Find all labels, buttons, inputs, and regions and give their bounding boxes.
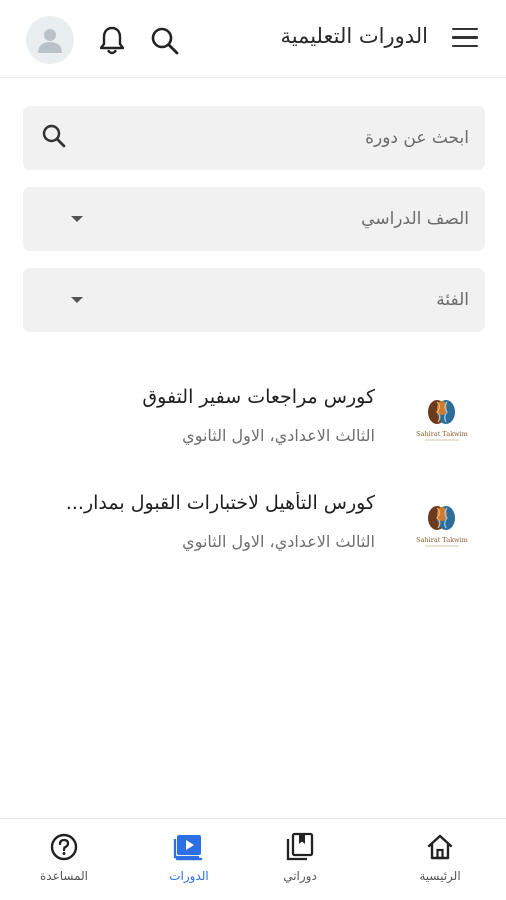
bell-icon [99, 26, 125, 55]
search-icon [42, 124, 66, 148]
course-title: كورس التأهيل لاختبارات القبول بمدار... [65, 492, 375, 514]
search-icon [151, 27, 179, 55]
course-search-input[interactable] [115, 106, 485, 170]
course-thumbnail: Sahirat Takwim [412, 496, 472, 556]
nav-label-home: الرئيسية [419, 869, 461, 883]
grade-dropdown[interactable]: الصف الدراسي [23, 187, 485, 251]
nav-label-courses: الدورات [169, 869, 209, 883]
page-title: الدورات التعليمية [280, 24, 428, 48]
top-app-bar: الدورات التعليمية [0, 0, 506, 78]
user-avatar-icon [38, 29, 62, 53]
category-dropdown-label: الفئة [436, 290, 469, 310]
svg-text:Sahirat Takwim: Sahirat Takwim [416, 430, 468, 438]
nav-item-home[interactable]: الرئيسية [395, 831, 485, 891]
category-dropdown[interactable]: الفئة [23, 268, 485, 332]
nav-item-courses[interactable]: الدورات [144, 831, 234, 891]
nav-item-help[interactable]: المساعدة [19, 831, 109, 891]
course-grades: الثالث الاعدادي، الاول الثانوي [182, 532, 375, 551]
library-icon [286, 832, 314, 861]
course-title: كورس مراجعات سفير التفوق [142, 386, 375, 408]
course-search-field[interactable] [23, 106, 485, 170]
course-list-item[interactable]: Sahirat Takwim كورس التأهيل لاختبارات ال… [0, 486, 506, 576]
dropdown-arrow-icon [71, 297, 83, 303]
nav-label-my-courses: دوراتي [283, 869, 317, 883]
home-icon [427, 834, 453, 860]
courses-screen: الدورات التعليمية ابحث عن دورة الصف الدر… [0, 0, 506, 900]
nav-item-my-courses[interactable]: دوراتي [255, 831, 345, 891]
svg-text:Sahirat Takwim: Sahirat Takwim [416, 536, 468, 544]
course-grades: الثالث الاعدادي، الاول الثانوي [182, 426, 375, 445]
grade-dropdown-label: الصف الدراسي [361, 209, 469, 229]
avatar[interactable] [26, 16, 74, 64]
course-list-item[interactable]: Sahirat Takwim كورس مراجعات سفير التفوق … [0, 380, 506, 470]
play-courses-icon [173, 835, 203, 861]
hamburger-menu-icon [452, 28, 478, 31]
brain-logo-icon: Sahirat Takwim [416, 506, 468, 547]
help-icon [50, 833, 78, 861]
brain-logo-icon: Sahirat Takwim [416, 400, 468, 441]
menu-button[interactable] [452, 28, 478, 50]
dropdown-arrow-icon [71, 216, 83, 222]
course-thumbnail: Sahirat Takwim [412, 390, 472, 450]
search-field-icon-wrap[interactable] [39, 121, 69, 155]
header-search-button[interactable] [148, 24, 182, 58]
nav-label-help: المساعدة [39, 869, 89, 883]
notifications-button[interactable] [95, 23, 129, 57]
bottom-navigation: المساعدة الدورات دوراتي الرئيسية [0, 818, 506, 900]
